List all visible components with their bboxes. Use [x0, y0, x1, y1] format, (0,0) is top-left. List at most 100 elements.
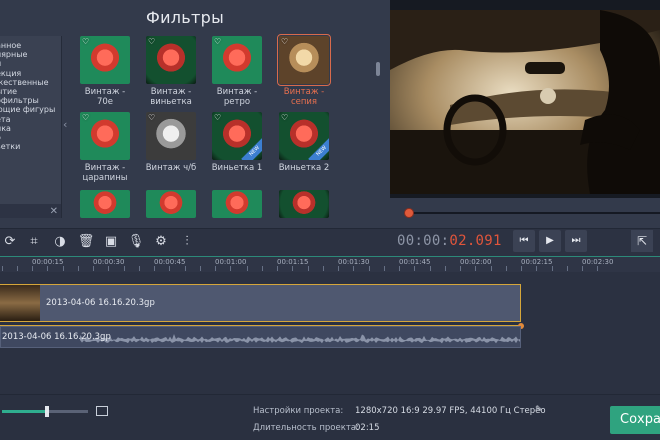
rotate-icon[interactable]: ⟳ — [0, 232, 20, 252]
ruler-tick — [536, 266, 537, 271]
ruler-tick-label: 00:01:45 — [399, 258, 431, 266]
favorite-icon[interactable]: ♡ — [82, 113, 89, 122]
ruler-tick — [292, 266, 293, 271]
filter-thumbnail[interactable]: ♡ — [212, 36, 262, 84]
ruler-tick — [521, 266, 522, 271]
ruler-tick — [460, 266, 461, 271]
ruler-tick — [552, 266, 553, 271]
next-icon[interactable]: ⏭ — [565, 230, 587, 252]
waveform-path — [80, 334, 520, 344]
edit-settings-icon[interactable]: ✎ — [535, 405, 543, 415]
ruler-tick — [567, 266, 568, 271]
ruler-tick — [323, 266, 324, 271]
trash-icon[interactable]: 🗑 — [76, 232, 96, 252]
filter-thumbnail[interactable]: ♡ — [277, 34, 331, 86]
edit-toolbar — [0, 228, 660, 256]
filter-thumbnail[interactable] — [212, 190, 262, 218]
favorite-icon[interactable]: ♡ — [281, 113, 288, 122]
settings-label: Настройки проекта: — [253, 406, 344, 416]
gear-icon[interactable]: ⚙ — [151, 232, 171, 252]
category-item[interactable]: ытие — [0, 87, 61, 96]
playback-progress[interactable] — [410, 212, 660, 214]
ruler-tick — [384, 266, 385, 271]
filters-title: Фильтры — [146, 8, 225, 27]
category-item[interactable]: й — [0, 59, 61, 68]
audio-waveform — [80, 334, 520, 344]
fit-timeline-icon[interactable] — [96, 406, 108, 416]
ruler-tick — [124, 266, 125, 271]
play-icon[interactable]: ▶ — [539, 230, 561, 252]
ruler-tick — [338, 266, 339, 271]
crop-icon[interactable]: ⌗ — [24, 232, 44, 252]
category-item[interactable]: анное — [0, 41, 61, 50]
favorite-icon[interactable]: ♡ — [148, 37, 155, 46]
scrollbar-thumb[interactable] — [376, 62, 380, 76]
category-item[interactable]: ета — [0, 115, 61, 124]
filter-thumbnail[interactable]: ♡ — [80, 36, 130, 84]
duration-label: Длительность проекта: — [253, 423, 359, 433]
ruler-tick — [2, 266, 3, 271]
prev-icon[interactable]: ⏮ — [513, 230, 535, 252]
close-icon[interactable]: ✕ — [50, 206, 58, 217]
collapse-panel-icon[interactable]: ‹ — [63, 118, 67, 131]
category-item[interactable]: ющие фигуры — [0, 105, 61, 114]
new-badge: NEW — [241, 137, 262, 160]
save-button[interactable]: Сохра — [610, 406, 660, 434]
equalizer-icon[interactable]: ⫶ — [177, 232, 197, 252]
filter-thumbnail[interactable] — [80, 190, 130, 218]
ruler-tick — [506, 266, 507, 271]
filter-thumbnail[interactable]: ♡ — [146, 112, 196, 160]
ruler-tick — [582, 266, 583, 271]
ruler-tick-label: 00:01:15 — [277, 258, 309, 266]
ruler-tick-label: 00:02:00 — [460, 258, 492, 266]
filter-thumbnail[interactable]: ♡ NEW — [279, 112, 329, 160]
category-item[interactable]: ика — [0, 124, 61, 133]
ruler-tick-label: 00:00:45 — [154, 258, 186, 266]
ruler-tick — [78, 266, 79, 271]
filter-thumbnail[interactable] — [146, 190, 196, 218]
color-icon[interactable]: ◑ — [50, 232, 70, 252]
category-item[interactable]: ьетки — [0, 142, 61, 151]
ruler-tick — [277, 266, 278, 271]
category-item[interactable]: лярные — [0, 50, 61, 59]
ruler-tick — [47, 266, 48, 271]
ruler-tick — [230, 266, 231, 271]
category-item[interactable]: офильтры — [0, 96, 61, 105]
filter-thumbnail[interactable]: ♡ — [80, 112, 130, 160]
zoom-slider-fill — [2, 410, 46, 413]
image-icon[interactable]: ▣ — [101, 232, 121, 252]
playback-knob[interactable] — [404, 208, 414, 218]
ruler-tick — [169, 266, 170, 271]
ruler-tick — [353, 266, 354, 271]
mic-icon[interactable]: 🎙 — [126, 232, 146, 252]
settings-value: 1280x720 16:9 29.97 FPS, 44100 Гц Стерео — [355, 406, 546, 416]
ruler-tick-label: 00:01:00 — [215, 258, 247, 266]
filter-thumbnail[interactable]: ♡ — [146, 36, 196, 84]
new-badge: NEW — [308, 137, 329, 160]
video-clip-label: 2013-04-06 16.16.20.3gp — [46, 298, 155, 308]
ruler-tick-label: 00:00:15 — [32, 258, 64, 266]
favorite-icon[interactable]: ♡ — [214, 37, 221, 46]
ruler-tick — [17, 266, 18, 271]
video-preview[interactable] — [390, 10, 660, 194]
favorite-icon[interactable]: ♡ — [214, 113, 221, 122]
duration-value: 02:15 — [355, 423, 380, 433]
favorite-icon[interactable]: ♡ — [281, 37, 288, 46]
ruler-tick-label: 00:02:15 — [521, 258, 553, 266]
export-icon[interactable]: ⇱ — [631, 230, 653, 252]
favorite-icon[interactable]: ♡ — [148, 113, 155, 122]
ruler-tick — [185, 266, 186, 271]
zoom-slider-knob[interactable] — [45, 406, 49, 417]
ruler-tick — [445, 266, 446, 271]
ruler-tick — [399, 266, 400, 271]
ruler-tick — [430, 266, 431, 271]
category-item[interactable]: екция — [0, 69, 61, 78]
ruler-tick — [63, 266, 64, 271]
filter-label: Винтаж - сепия — [283, 87, 325, 107]
filter-thumbnail[interactable]: ♡ NEW — [212, 112, 262, 160]
filter-thumbnail[interactable] — [279, 190, 329, 218]
video-editor-window: анноелярныейекцияжественныеытиеофильтрыю… — [0, 0, 660, 440]
category-item[interactable]: о — [0, 133, 61, 142]
favorite-icon[interactable]: ♡ — [82, 37, 89, 46]
category-item[interactable]: жественные — [0, 78, 61, 87]
